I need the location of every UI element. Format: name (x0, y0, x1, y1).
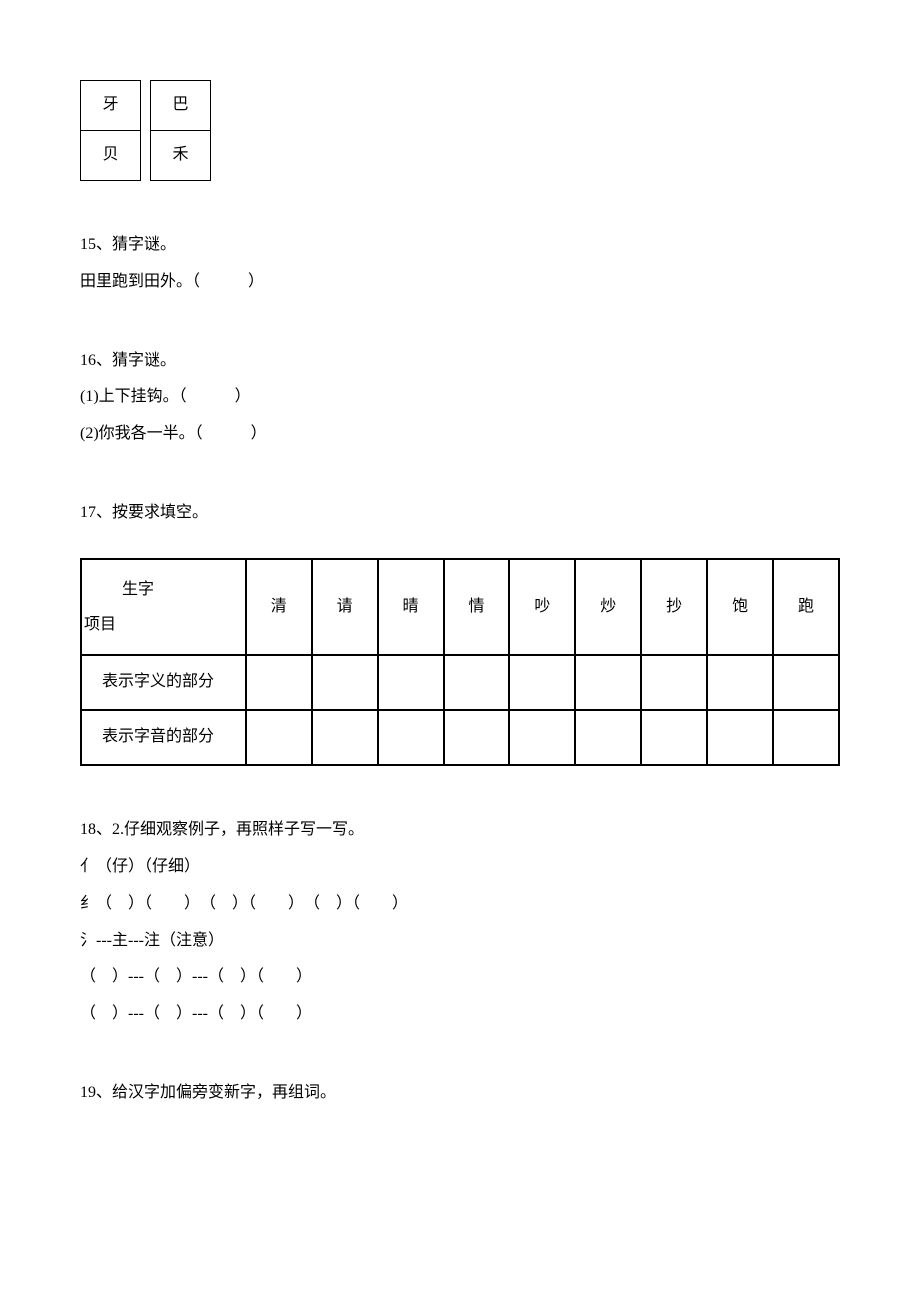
table-row-label: 表示字音的部分 (81, 710, 246, 765)
table-empty-cell (575, 655, 641, 710)
table-spacer (141, 131, 151, 181)
question-title: 17、按要求填空。 (80, 499, 840, 528)
table-empty-cell (707, 655, 773, 710)
header-top: 生字 (122, 581, 154, 598)
table-spacer (141, 81, 151, 131)
question-title: 15、猜字谜。 (80, 231, 840, 260)
table-char-cell: 饱 (707, 559, 773, 655)
table-char-cell: 请 (312, 559, 378, 655)
table-empty-cell (773, 710, 839, 765)
question-title: 19、给汉字加偏旁变新字，再组词。 (80, 1079, 840, 1108)
table-cell: 禾 (151, 131, 211, 181)
question-19: 19、给汉字加偏旁变新字，再组词。 (80, 1079, 840, 1108)
table-empty-cell (246, 710, 312, 765)
table-empty-cell (378, 655, 444, 710)
table-empty-cell (378, 710, 444, 765)
question-line: 氵---主---注（注意） (80, 927, 840, 956)
table-empty-cell (773, 655, 839, 710)
table-empty-cell (444, 710, 510, 765)
table-cell: 贝 (81, 131, 141, 181)
table-char-cell: 炒 (575, 559, 641, 655)
table-row-label: 表示字义的部分 (81, 655, 246, 710)
question-line: (2)你我各一半。（ ） (80, 420, 840, 449)
table-header-cell: 生字 项目 (81, 559, 246, 655)
question-17: 17、按要求填空。 生字 项目 清 请 晴 情 吵 炒 抄 饱 跑 表示字义的部… (80, 499, 840, 766)
table-char-cell: 吵 (509, 559, 575, 655)
question-line: 田里跑到田外。（ ） (80, 268, 840, 297)
table-char-cell: 抄 (641, 559, 707, 655)
question-title: 16、猜字谜。 (80, 347, 840, 376)
table-empty-cell (641, 710, 707, 765)
question-line: (1)上下挂钩。（ ） (80, 383, 840, 412)
table-cell: 牙 (81, 81, 141, 131)
table-empty-cell (509, 655, 575, 710)
table-empty-cell (641, 655, 707, 710)
table-char-cell: 清 (246, 559, 312, 655)
fill-table: 生字 项目 清 请 晴 情 吵 炒 抄 饱 跑 表示字义的部分 表示字音 (80, 558, 840, 766)
table-char-cell: 情 (444, 559, 510, 655)
question-line: （ ）---（ ）---（ ）（ ） (80, 963, 840, 992)
table-char-cell: 跑 (773, 559, 839, 655)
table-empty-cell (312, 655, 378, 710)
question-16: 16、猜字谜。 (1)上下挂钩。（ ） (2)你我各一半。（ ） (80, 347, 840, 449)
small-char-table: 牙 巴 贝 禾 (80, 80, 211, 181)
question-title: 18、2.仔细观察例子，再照样子写一写。 (80, 816, 840, 845)
table-empty-cell (312, 710, 378, 765)
header-bottom: 项目 (84, 616, 116, 633)
table-cell: 巴 (151, 81, 211, 131)
table-empty-cell (575, 710, 641, 765)
table-empty-cell (707, 710, 773, 765)
question-line: 亻（仔）（仔细） (80, 853, 840, 882)
table-empty-cell (246, 655, 312, 710)
table-empty-cell (444, 655, 510, 710)
question-line: 纟（ ）（ ） （ ）（ ） （ ）（ ） (80, 890, 840, 919)
table-char-cell: 晴 (378, 559, 444, 655)
table-empty-cell (509, 710, 575, 765)
question-line: （ ）---（ ）---（ ）（ ） (80, 1000, 840, 1029)
question-18: 18、2.仔细观察例子，再照样子写一写。 亻（仔）（仔细） 纟（ ）（ ） （ … (80, 816, 840, 1029)
question-15: 15、猜字谜。 田里跑到田外。（ ） (80, 231, 840, 297)
